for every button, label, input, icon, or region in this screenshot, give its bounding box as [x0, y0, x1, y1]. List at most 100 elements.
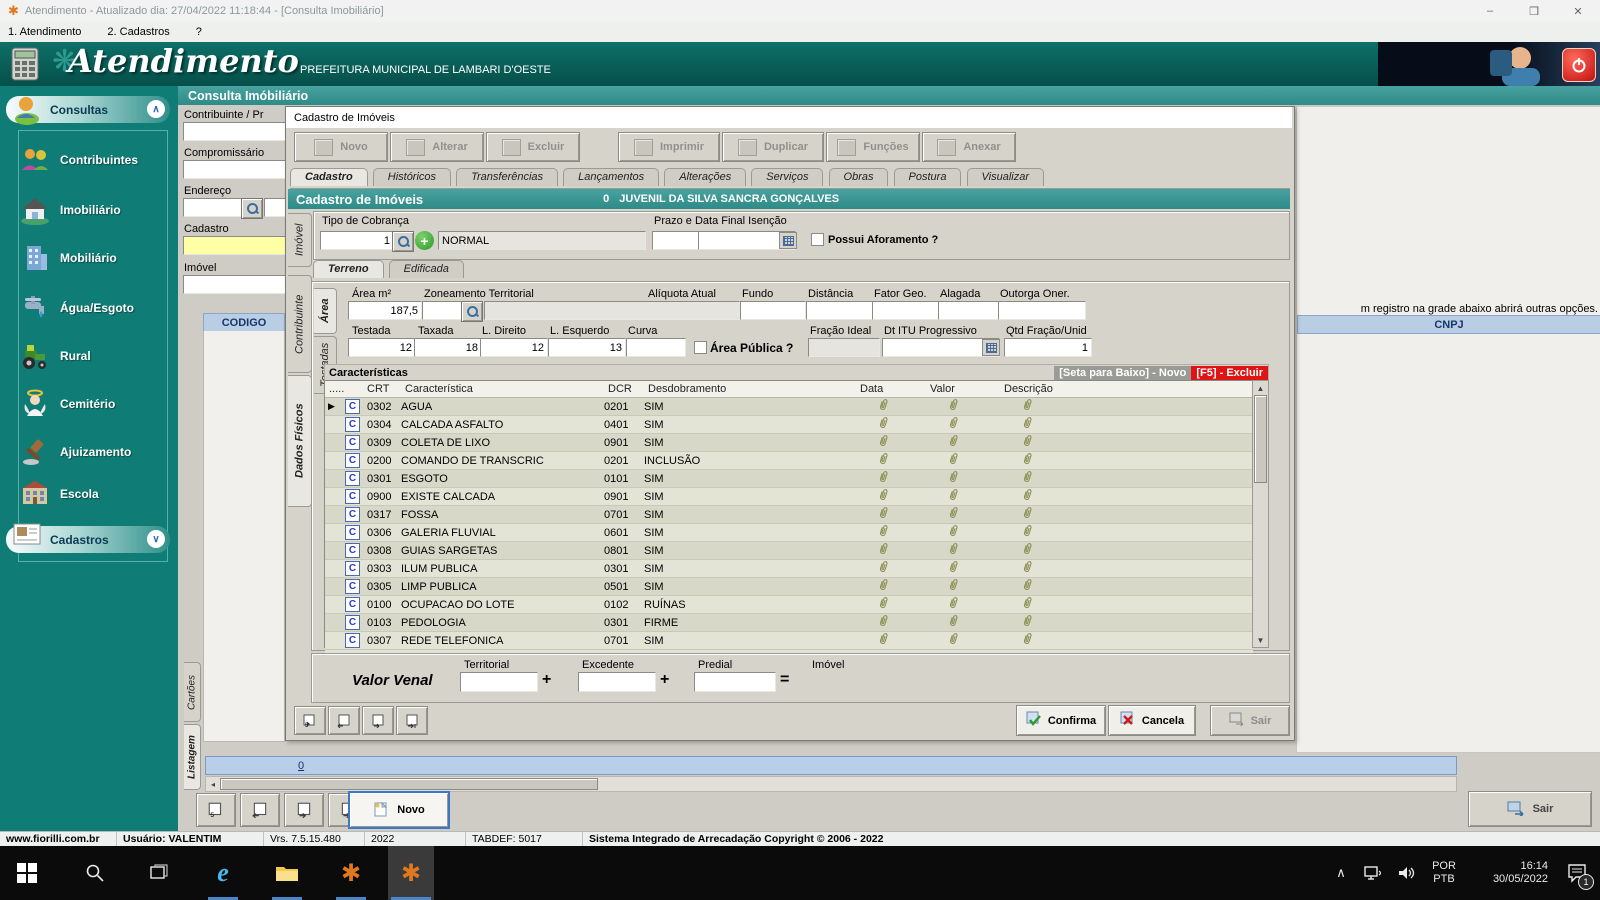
- excedente-input[interactable]: [578, 672, 656, 692]
- sidebar-group-consultas[interactable]: Consultas ∧: [6, 96, 170, 123]
- table-row[interactable]: C 0305 LIMP PUBLICA 0501 SIM: [325, 578, 1253, 596]
- sidebar-item-cemiterio[interactable]: Cemitério: [18, 382, 170, 426]
- scroll-thumb[interactable]: [1254, 395, 1267, 483]
- table-row[interactable]: C 0306 GALERIA FLUVIAL 0601 SIM: [325, 524, 1253, 542]
- scroll-up-icon[interactable]: ▲: [1257, 381, 1265, 395]
- nav-first-button[interactable]: 5: [196, 793, 236, 827]
- sidebar-item-mobiliario[interactable]: Mobiliário: [18, 236, 170, 280]
- fiorilli-app-active-icon[interactable]: ✱: [388, 846, 434, 900]
- data-attachment-icon[interactable]: [856, 452, 926, 469]
- task-view-button[interactable]: [136, 846, 182, 900]
- valor-attachment-icon[interactable]: [926, 488, 1000, 505]
- chevron-down-icon[interactable]: ∨: [147, 530, 165, 548]
- file-explorer-icon[interactable]: [264, 846, 310, 900]
- valor-attachment-icon[interactable]: [926, 434, 1000, 451]
- nav-next-button[interactable]: [284, 793, 324, 827]
- sidebar-item-rural[interactable]: Rural: [18, 334, 170, 378]
- side-tab-dados-fisicos[interactable]: Dados Físicos: [288, 375, 312, 507]
- table-row[interactable]: C 0900 EXISTE CALCADA 0901 SIM: [325, 488, 1253, 506]
- table-row[interactable]: C 0317 FOSSA 0701 SIM: [325, 506, 1253, 524]
- descricao-attachment-icon[interactable]: [1000, 434, 1253, 451]
- valor-attachment-icon[interactable]: [926, 596, 1000, 613]
- sidebar-item-ajuizamento[interactable]: Ajuizamento: [18, 430, 170, 474]
- sidebar-item-imobiliario[interactable]: Imobiliário: [18, 188, 170, 232]
- novo-button[interactable]: Novo: [294, 132, 388, 162]
- tipo-cobranca-code-input[interactable]: [320, 231, 394, 250]
- descricao-attachment-icon[interactable]: [1000, 470, 1253, 487]
- valor-attachment-icon[interactable]: [926, 470, 1000, 487]
- network-icon[interactable]: [1356, 846, 1390, 900]
- codigo-column-header[interactable]: CODIGO: [203, 313, 285, 332]
- descricao-attachment-icon[interactable]: [1000, 452, 1253, 469]
- outorga-input[interactable]: [998, 301, 1086, 320]
- tipo-cobranca-search-button[interactable]: [392, 231, 414, 252]
- start-button[interactable]: [4, 846, 50, 900]
- side-tab-contribuinte[interactable]: Contribuinte: [288, 275, 312, 373]
- data-attachment-icon[interactable]: [856, 434, 926, 451]
- chevron-up-icon[interactable]: ∧: [147, 100, 165, 118]
- fiorilli-app-icon[interactable]: ✱: [328, 846, 374, 900]
- maximize-button[interactable]: ❒: [1512, 5, 1556, 18]
- table-row[interactable]: C 0200 COMANDO DE TRANSCRIC 0201 INCLUSÃ…: [325, 452, 1253, 470]
- valor-attachment-icon[interactable]: [926, 398, 1000, 415]
- menu-cadastros[interactable]: 2. Cadastros: [107, 26, 169, 38]
- menu-atendimento[interactable]: 1. Atendimento: [8, 26, 81, 38]
- descricao-attachment-icon[interactable]: [1000, 488, 1253, 505]
- endereco-input[interactable]: [183, 198, 243, 217]
- table-vscrollbar[interactable]: ▲ ▼: [1252, 380, 1269, 648]
- alterar-button[interactable]: Alterar: [390, 132, 484, 162]
- distancia-input[interactable]: [806, 301, 874, 320]
- valor-attachment-icon[interactable]: [926, 614, 1000, 631]
- data-attachment-icon[interactable]: [856, 398, 926, 415]
- data-attachment-icon[interactable]: [856, 488, 926, 505]
- tray-chevron-icon[interactable]: ∧: [1326, 846, 1356, 900]
- confirma-button[interactable]: Confirma: [1016, 705, 1106, 736]
- tab-alteracoes[interactable]: Alterações: [664, 168, 746, 186]
- data-attachment-icon[interactable]: [856, 506, 926, 523]
- area-m2-input[interactable]: [348, 301, 422, 320]
- excluir-button[interactable]: Excluir: [486, 132, 580, 162]
- table-row[interactable]: C 0301 ESGOTO 0101 SIM: [325, 470, 1253, 488]
- zoneamento-code-input[interactable]: [422, 301, 464, 320]
- scroll-left-icon[interactable]: ◂: [206, 777, 220, 791]
- valor-attachment-icon[interactable]: [926, 452, 1000, 469]
- nav-last-button[interactable]: [396, 706, 428, 735]
- table-row[interactable]: C 0309 COLETA DE LIXO 0901 SIM: [325, 434, 1253, 452]
- clock-indicator[interactable]: 16:14 30/05/2022: [1464, 846, 1554, 900]
- data-attachment-icon[interactable]: [856, 560, 926, 577]
- zoneamento-desc-input[interactable]: [484, 301, 740, 320]
- menu-help[interactable]: ?: [196, 26, 202, 38]
- descricao-attachment-icon[interactable]: [1000, 614, 1253, 631]
- descricao-attachment-icon[interactable]: [1000, 560, 1253, 577]
- dialog-sair-button[interactable]: Sair: [1210, 705, 1290, 736]
- tab-cartoes[interactable]: Cartões: [184, 662, 201, 722]
- sidebar-item-agua-esgoto[interactable]: Água/Esgoto: [18, 286, 170, 330]
- fundo-input[interactable]: [740, 301, 806, 320]
- data-attachment-icon[interactable]: [856, 596, 926, 613]
- table-row[interactable]: C 0308 GUIAS SARGETAS 0801 SIM: [325, 542, 1253, 560]
- area-publica-checkbox[interactable]: [694, 341, 707, 354]
- tab-historicos[interactable]: Históricos: [373, 168, 451, 186]
- table-row[interactable]: C 0303 ILUM PUBLICA 0301 SIM: [325, 560, 1253, 578]
- data-attachment-icon[interactable]: [856, 614, 926, 631]
- anexar-button[interactable]: Anexar: [922, 132, 1016, 162]
- endereco-search-button[interactable]: [241, 198, 263, 219]
- sidebar-group-cadastros[interactable]: Cadastros ∨: [6, 526, 170, 553]
- scroll-down-icon[interactable]: ▼: [1257, 633, 1265, 647]
- descricao-attachment-icon[interactable]: [1000, 596, 1253, 613]
- zoneamento-search-button[interactable]: [461, 301, 483, 322]
- fator-geo-input[interactable]: [872, 301, 940, 320]
- tab-listagem[interactable]: Listagem: [184, 724, 201, 790]
- calendar-button[interactable]: [779, 232, 797, 249]
- inner-tab-area[interactable]: Área: [314, 288, 337, 334]
- descricao-attachment-icon[interactable]: [1000, 632, 1253, 649]
- nav-first-button[interactable]: 5: [294, 706, 326, 735]
- minimize-button[interactable]: –: [1468, 5, 1512, 17]
- data-attachment-icon[interactable]: [856, 632, 926, 649]
- data-attachment-icon[interactable]: [856, 470, 926, 487]
- valor-attachment-icon[interactable]: [926, 560, 1000, 577]
- bottom-sair-button[interactable]: Sair: [1468, 791, 1592, 827]
- data-attachment-icon[interactable]: [856, 578, 926, 595]
- valor-attachment-icon[interactable]: [926, 506, 1000, 523]
- sidebar-item-escola[interactable]: Escola: [18, 472, 170, 516]
